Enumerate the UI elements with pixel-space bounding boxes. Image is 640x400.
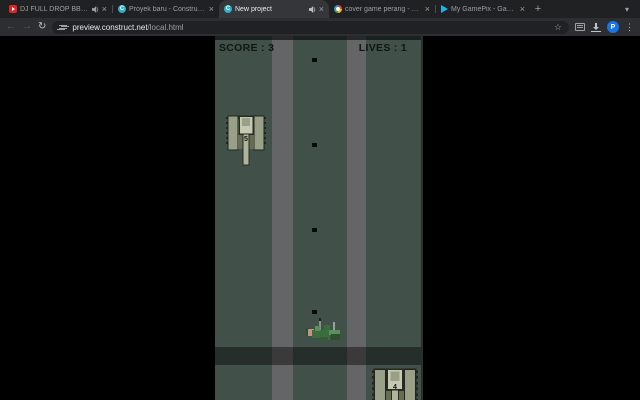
lives-label: LIVES : 1 — [359, 42, 407, 54]
tab-search-chevron-icon[interactable]: ▾ — [620, 2, 634, 16]
tab-gamepix[interactable]: My GamePix - Game solider × — [436, 0, 530, 18]
bottom-dark-band — [215, 347, 423, 365]
score-label: SCORE : 3 — [219, 42, 274, 54]
back-icon[interactable]: ← — [6, 22, 16, 32]
tank-sprite-bottom: 4 — [372, 367, 418, 400]
tank-health-label: 5 — [226, 136, 266, 143]
menu-dots-icon[interactable]: ⋮ — [625, 22, 634, 33]
profile-avatar[interactable]: P — [607, 21, 619, 33]
site-settings-icon[interactable] — [59, 24, 67, 31]
close-icon[interactable]: × — [425, 5, 430, 14]
bullet — [312, 310, 317, 314]
youtube-icon — [9, 5, 17, 13]
forward-icon[interactable]: → — [22, 22, 32, 32]
bullet — [312, 228, 317, 232]
audio-speaker-icon[interactable] — [92, 6, 99, 13]
tab-google-search[interactable]: cover game perang - Penelu × — [329, 0, 435, 18]
url-path: /local.html — [148, 23, 184, 32]
close-icon[interactable]: × — [520, 5, 525, 14]
construct-icon: C — [224, 5, 232, 13]
soldier-sprite — [300, 318, 344, 346]
url-host: preview.construct.net — [72, 23, 147, 32]
tab-strip: DJ FULL DROP BBHC JJ × C Proyek baru - C… — [0, 0, 640, 18]
extension-icon[interactable] — [575, 23, 585, 31]
close-icon[interactable]: × — [102, 5, 107, 14]
audio-speaker-icon[interactable] — [309, 6, 316, 13]
reload-icon[interactable]: ↻ — [38, 22, 46, 32]
tank-health-label: 4 — [372, 384, 418, 391]
tab-title: Proyek baru - Construct 3 — [129, 6, 206, 13]
tank-sprite-top: 5 — [226, 114, 266, 167]
tab-title: My GamePix - Game solider — [451, 6, 517, 13]
tab-title: DJ FULL DROP BBHC JJ — [20, 6, 89, 13]
construct-icon: C — [118, 5, 126, 13]
url-text: preview.construct.net/local.html — [72, 23, 549, 32]
close-icon[interactable]: × — [319, 5, 324, 14]
road-stripe-left — [272, 36, 293, 400]
bullet — [312, 143, 317, 147]
game-canvas[interactable]: SCORE : 3 LIVES : 1 5 — [215, 36, 423, 400]
tab-construct-editor[interactable]: C Proyek baru - Construct 3 × — [113, 0, 219, 18]
close-icon[interactable]: × — [209, 5, 214, 14]
tab-title: New project — [235, 6, 306, 13]
tab-youtube[interactable]: DJ FULL DROP BBHC JJ × — [4, 0, 112, 18]
tab-title: cover game perang - Penelu — [345, 6, 422, 13]
page-content: SCORE : 3 LIVES : 1 5 — [0, 36, 640, 400]
new-tab-button[interactable]: + — [530, 0, 546, 18]
address-bar[interactable]: preview.construct.net/local.html ☆ — [52, 21, 569, 34]
download-icon[interactable] — [591, 23, 601, 32]
bookmark-star-icon[interactable]: ☆ — [554, 22, 562, 33]
top-dark-band — [215, 36, 423, 40]
browser-toolbar: ← → ↻ preview.construct.net/local.html ☆… — [0, 18, 640, 36]
gamepix-icon — [441, 5, 448, 13]
tab-new-project-active[interactable]: C New project × — [219, 0, 329, 18]
bullet — [312, 58, 317, 62]
google-icon — [334, 5, 342, 13]
road-stripe-right — [347, 36, 366, 400]
